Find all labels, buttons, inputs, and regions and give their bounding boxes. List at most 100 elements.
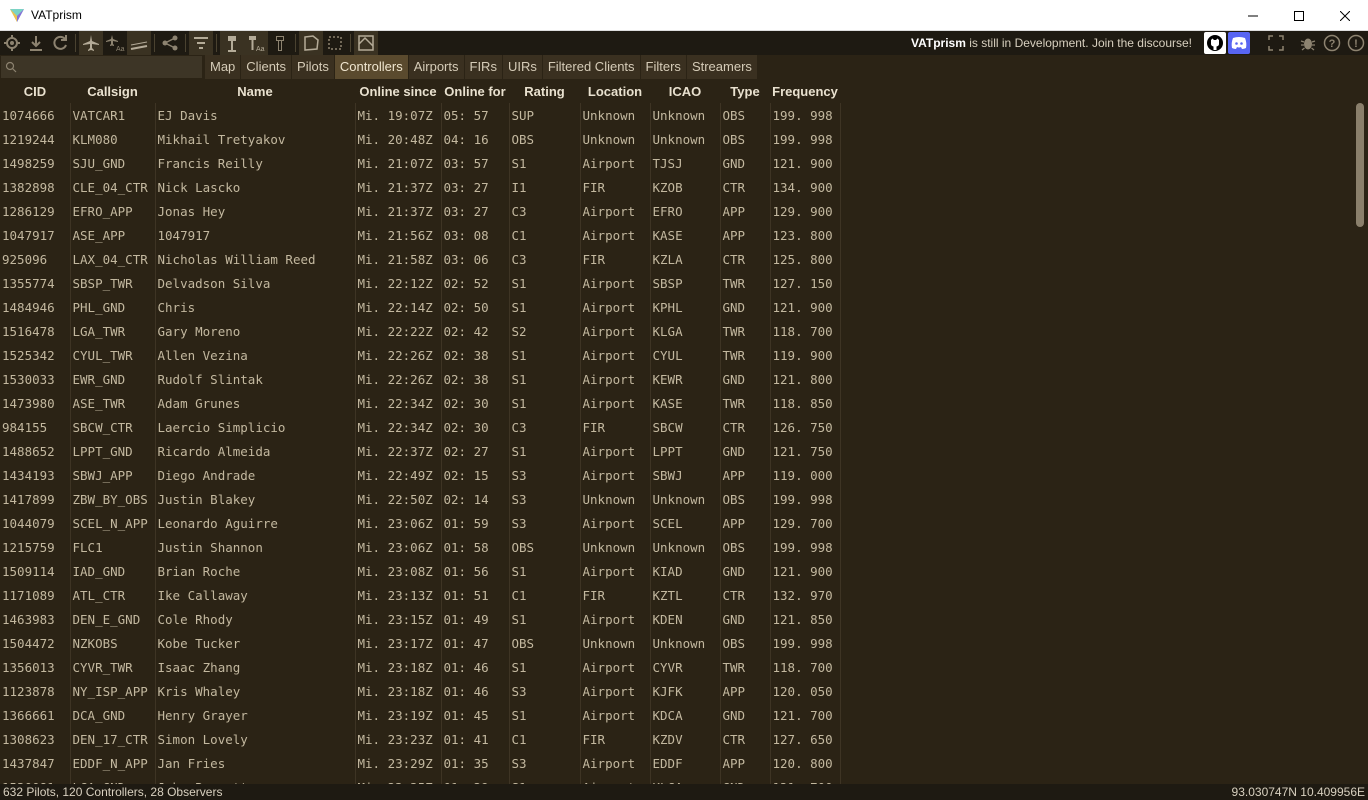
table-cell: Airport <box>580 223 651 247</box>
info-icon[interactable]: ! <box>1344 31 1368 55</box>
table-cell: 118. 850 <box>770 391 841 415</box>
tab-map[interactable]: Map <box>205 55 241 79</box>
table-row[interactable]: 1366661 DCA_GND Henry Grayer Mi. 23:19Z 01: … <box>0 703 841 727</box>
settings-icon[interactable] <box>0 31 24 55</box>
tower-outline-icon[interactable] <box>268 31 292 55</box>
table-row[interactable]: 1498259 SJU_GND Francis Reilly Mi. 21:07Z 03… <box>0 151 841 175</box>
table-cell: 118. 700 <box>770 655 841 679</box>
table-row[interactable]: 925096 LAX_04_CTR Nicholas William Reed Mi.… <box>0 247 841 271</box>
table-cell: APP <box>720 199 771 223</box>
table-row[interactable]: 984155 SBCW_CTR Laercio Simplicio Mi. 22:34… <box>0 415 841 439</box>
table-row[interactable]: 1382898 CLE_04_CTR Nick Lascko Mi. 21:37Z 03… <box>0 175 841 199</box>
table-row[interactable]: 1484946 PHL_GND Chris Mi. 22:14Z 02: 50 S1 Air… <box>0 295 841 319</box>
column-header-icao[interactable]: ICAO <box>650 79 720 103</box>
svg-text:Aa: Aa <box>256 46 265 52</box>
table-cell: Unknown <box>650 127 721 151</box>
column-header-rating[interactable]: Rating <box>509 79 580 103</box>
table-row[interactable]: 1525342 CYUL_TWR Allen Vezina Mi. 22:26Z 02:… <box>0 343 841 367</box>
table-row[interactable]: 1530033 EWR_GND Rudolf Slintak Mi. 22:26Z 02… <box>0 367 841 391</box>
table-row[interactable]: 1308623 DEN_17_CTR Simon Lovely Mi. 23:23Z 0… <box>0 727 841 751</box>
table-row[interactable]: 1215759 FLC1 Justin Shannon Mi. 23:06Z 01: 5… <box>0 535 841 559</box>
table-row[interactable]: 1504472 NZKOBS Kobe Tucker Mi. 23:17Z 01: 47… <box>0 631 841 655</box>
table-cell: Simon Lovely <box>155 727 356 751</box>
maximize-button[interactable] <box>1276 0 1322 31</box>
table-cell: 02: 30 <box>441 391 510 415</box>
runway-icon[interactable] <box>127 31 151 55</box>
column-header-callsign[interactable]: Callsign <box>70 79 155 103</box>
table-cell: 121. 900 <box>770 559 841 583</box>
aircraft-labels-icon[interactable]: Aa <box>103 31 127 55</box>
table-row[interactable]: 1437847 EDDF_N_APP Jan Fries Mi. 23:29Z 01: … <box>0 751 841 775</box>
column-header-frequency[interactable]: Frequency <box>770 79 840 103</box>
column-header-name[interactable]: Name <box>155 79 355 103</box>
table-row[interactable]: 1123878 NY_ISP_APP Kris Whaley Mi. 23:18Z 01… <box>0 679 841 703</box>
tab-clients[interactable]: Clients <box>241 55 292 79</box>
table-row[interactable]: 1286129 EFRO_APP Jonas Hey Mi. 21:37Z 03: 27… <box>0 199 841 223</box>
help-icon[interactable]: ? <box>1320 31 1344 55</box>
discord-button[interactable] <box>1228 32 1250 54</box>
fir-boundary-icon[interactable] <box>299 31 323 55</box>
controller-tower-icon[interactable] <box>220 31 244 55</box>
show-aircraft-icon[interactable] <box>79 31 103 55</box>
tab-filters[interactable]: Filters <box>640 55 686 79</box>
table-row[interactable]: 1516478 LGA_TWR Gary Moreno Mi. 22:22Z 02: 4… <box>0 319 841 343</box>
table-cell: 121. 700 <box>770 703 841 727</box>
filter-icon[interactable] <box>189 31 213 55</box>
table-row[interactable]: 1355774 SBSP_TWR Delvadson Silva Mi. 22:12Z… <box>0 271 841 295</box>
column-header-online-since[interactable]: Online since <box>355 79 441 103</box>
column-header-type[interactable]: Type <box>720 79 770 103</box>
controller-labels-icon[interactable]: Aa <box>244 31 268 55</box>
refresh-icon[interactable] <box>48 31 72 55</box>
uir-boundary-icon[interactable] <box>323 31 347 55</box>
table-cell: IAD_GND <box>70 559 156 583</box>
table-row[interactable]: 1047917 ASE_APP 1047917 Mi. 21:56Z 03: 08 C1 A… <box>0 223 841 247</box>
table-cell: CYUL_TWR <box>70 343 156 367</box>
minimize-button[interactable] <box>1230 0 1276 31</box>
table-cell: S1 <box>509 703 581 727</box>
table-cell: FIR <box>580 247 651 271</box>
close-button[interactable] <box>1322 0 1368 31</box>
table-row[interactable]: 1171089 ATL_CTR Ike Callaway Mi. 23:13Z 01: … <box>0 583 841 607</box>
table-cell: 1047917 <box>0 223 71 247</box>
table-row[interactable]: 1530081LGA_GNDJohn BarnettMi. 23:35Z01: … <box>0 775 841 784</box>
table-row[interactable]: 1417899 ZBW_BY_OBS Justin Blakey Mi. 22:50Z… <box>0 487 841 511</box>
vertical-scrollbar[interactable] <box>1356 103 1364 227</box>
search-input[interactable] <box>21 60 201 74</box>
table-row[interactable]: 1509114 IAD_GND Brian Roche Mi. 23:08Z 01: 5… <box>0 559 841 583</box>
table-cell: SBCW_CTR <box>70 415 156 439</box>
table-cell: NZKOBS <box>70 631 156 655</box>
tab-filtered-clients[interactable]: Filtered Clients <box>542 55 640 79</box>
column-header-cid[interactable]: CID <box>0 79 70 103</box>
share-icon[interactable] <box>158 31 182 55</box>
tab-uirs[interactable]: UIRs <box>502 55 542 79</box>
tab-firs[interactable]: FIRs <box>464 55 502 79</box>
table-row[interactable]: 1044079 SCEL_N_APP Leonardo Aguirre Mi. 23:… <box>0 511 841 535</box>
table-row[interactable]: 1463983 DEN_E_GND Cole Rhody Mi. 23:15Z 01: … <box>0 607 841 631</box>
table-row[interactable]: 1356013 CYVR_TWR Isaac Zhang Mi. 23:18Z 01: … <box>0 655 841 679</box>
window-title-bar: VATprism <box>0 0 1368 31</box>
fullscreen-icon[interactable] <box>1264 31 1288 55</box>
toolbar-separator <box>154 34 155 52</box>
table-row[interactable]: 1074666 VATCAR1 EJ Davis Mi. 19:07Z 05: 57 SU… <box>0 103 841 127</box>
column-header-online-for[interactable]: Online for <box>441 79 509 103</box>
table-cell: ASE_APP <box>70 223 156 247</box>
toolbar-separator <box>295 34 296 52</box>
tab-streamers[interactable]: Streamers <box>686 55 757 79</box>
table-row[interactable]: 1488652 LPPT_GND Ricardo Almeida Mi. 22:37Z… <box>0 439 841 463</box>
download-icon[interactable] <box>24 31 48 55</box>
bug-report-icon[interactable] <box>1296 31 1320 55</box>
tab-airports[interactable]: Airports <box>408 55 464 79</box>
table-cell: 119. 000 <box>770 463 841 487</box>
table-cell: Mikhail Tretyakov <box>155 127 356 151</box>
tab-controllers[interactable]: Controllers <box>334 55 408 79</box>
table-row[interactable]: 1434193 SBWJ_APP Diego Andrade Mi. 22:49Z 02… <box>0 463 841 487</box>
column-header-location[interactable]: Location <box>580 79 650 103</box>
table-cell: 01: 29 <box>441 775 510 784</box>
table-cell: 123. 800 <box>770 223 841 247</box>
table-row[interactable]: 1473980 ASE_TWR Adam Grunes Mi. 22:34Z 02: 3… <box>0 391 841 415</box>
table-row[interactable]: 1219244 KLM080 Mikhail Tretyakov Mi. 20:48Z… <box>0 127 841 151</box>
map-region-icon[interactable] <box>354 31 378 55</box>
table-cell: Rudolf Slintak <box>155 367 356 391</box>
tab-pilots[interactable]: Pilots <box>292 55 334 79</box>
github-button[interactable] <box>1204 32 1226 54</box>
